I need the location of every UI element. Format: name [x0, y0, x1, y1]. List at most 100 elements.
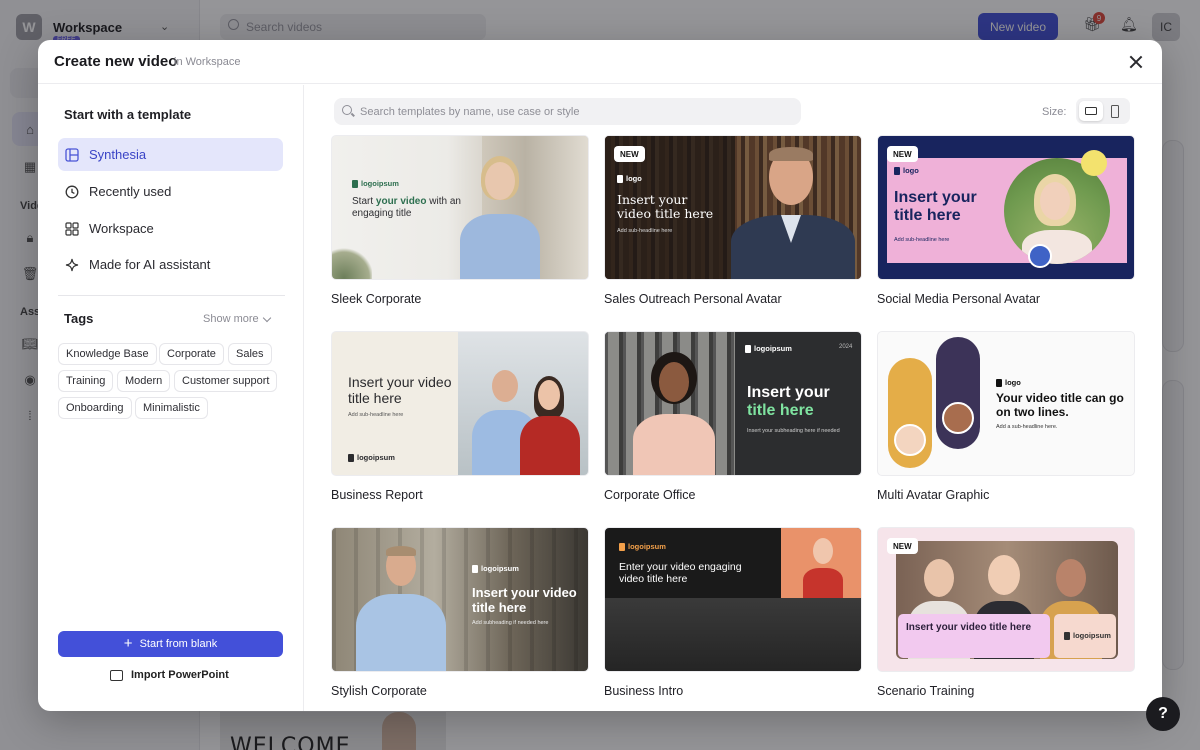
layout-icon: [65, 147, 79, 162]
template-title-text: Insert your video title here: [348, 374, 452, 407]
tag-knowledge-base[interactable]: Knowledge Base: [58, 343, 157, 365]
avatar-woman: [518, 376, 582, 475]
template-name: Sales Outreach Personal Avatar: [604, 292, 782, 306]
modal-title: Create new video: [54, 53, 178, 70]
plant-decoration: [332, 246, 372, 279]
template-title-text: Insert your title here: [894, 189, 977, 225]
help-button[interactable]: ?: [1146, 697, 1180, 731]
template-logo: logo: [894, 166, 919, 175]
avatar-man: [725, 141, 861, 279]
template-name: Business Report: [331, 488, 423, 502]
nav-item-workspace[interactable]: Workspace: [58, 212, 283, 245]
tag-sales[interactable]: Sales: [228, 343, 272, 365]
template-name: Corporate Office: [604, 488, 696, 502]
template-thumbnail: NEW logo Insert your title here Add sub-…: [877, 135, 1135, 280]
template-search-input[interactable]: Search templates by name, use case or st…: [334, 98, 801, 125]
show-more-label: Show more: [203, 313, 259, 325]
search-icon: [342, 105, 352, 115]
avatar-woman: [801, 538, 845, 598]
template-logo: logo: [996, 378, 1021, 387]
new-badge: NEW: [887, 146, 918, 162]
nav-item-made-for-ai-assistant[interactable]: Made for AI assistant: [58, 248, 283, 281]
show-more-button[interactable]: Show more: [203, 313, 271, 325]
title-card: Insert your video title here: [898, 614, 1050, 658]
divider: [58, 295, 285, 296]
size-label: Size:: [1042, 106, 1067, 118]
modal-subtitle: in Workspace: [174, 56, 241, 68]
template-name: Stylish Corporate: [331, 684, 427, 698]
clock-icon: [65, 185, 79, 199]
template-thumbnail: NEW logo Insert your video title here Ad…: [604, 135, 862, 280]
template-logo: logoipsum: [472, 564, 519, 573]
template-subtitle-text: Insert your subheading here if needed: [747, 428, 840, 434]
template-logo: logoipsum: [619, 542, 666, 551]
template-corner-text: 2024: [839, 344, 853, 350]
template-subtitle-text: Add sub-headline here: [894, 237, 950, 243]
meditation-badge: [1028, 244, 1052, 268]
template-subtitle-text: Add subheading if needed here: [472, 620, 549, 626]
template-title-text: Insert your video title here: [906, 622, 1032, 633]
avatar-woman: [450, 156, 550, 279]
template-name: Multi Avatar Graphic: [877, 488, 990, 502]
new-badge: NEW: [614, 146, 645, 162]
import-icon: [110, 669, 123, 681]
nav-item-label: Workspace: [89, 221, 154, 236]
avatar-man: [350, 546, 450, 671]
plus-icon: +: [123, 635, 133, 652]
template-thumbnail: logoipsum Enter your video engaging vide…: [604, 527, 862, 672]
template-logo: logoipsum: [1064, 631, 1111, 640]
tag-training[interactable]: Training: [58, 370, 114, 392]
tags-title: Tags: [64, 311, 94, 326]
template-thumbnail: logoipsum Insert your video title here A…: [331, 527, 589, 672]
office-background: [605, 598, 861, 671]
logo-card: logoipsum: [1054, 614, 1116, 658]
start-from-blank-button[interactable]: + Start from blank: [58, 631, 283, 657]
template-title-text: Insert your video title here: [617, 192, 714, 222]
size-toggle: [1076, 98, 1130, 124]
template-thumbnail: logo Your video title can go on two line…: [877, 331, 1135, 476]
flower-badge: [1081, 150, 1107, 176]
template-title-text: Insert your title here: [747, 384, 859, 421]
template-name: Business Intro: [604, 684, 684, 698]
template-title-text: Insert your video title here: [472, 585, 577, 615]
chevron-down-icon: [262, 313, 271, 322]
avatar-woman: [894, 424, 926, 456]
template-search-placeholder: Search templates by name, use case or st…: [360, 105, 580, 118]
template-logo: logo: [617, 174, 642, 183]
start-from-blank-label: Start from blank: [139, 638, 218, 650]
tag-customer-support[interactable]: Customer support: [174, 370, 278, 392]
tag-modern[interactable]: Modern: [117, 370, 171, 392]
tag-onboarding[interactable]: Onboarding: [58, 397, 132, 419]
template-subtitle-text: Add sub-headline here: [348, 412, 404, 418]
template-name: Sleek Corporate: [331, 292, 422, 306]
template-logo: logoipsum: [348, 453, 395, 462]
nav-item-label: Recently used: [89, 184, 172, 199]
tag-corporate[interactable]: Corporate: [159, 343, 224, 365]
template-name: Scenario Training: [877, 684, 975, 698]
portrait-size-option[interactable]: [1103, 101, 1127, 121]
modal-header: Create new video in Workspace: [38, 40, 1162, 84]
template-title-text: Start your video with an engaging title: [352, 196, 461, 219]
nav-item-recently-used[interactable]: Recently used: [58, 175, 283, 208]
import-powerpoint-button[interactable]: Import PowerPoint: [110, 669, 229, 681]
landscape-icon: [1085, 107, 1097, 115]
create-video-modal: Create new video in Workspace Start with…: [38, 40, 1162, 711]
nav-item-label: Made for AI assistant: [89, 257, 211, 272]
template-thumbnail: logoipsum 2024 Insert your title here In…: [604, 331, 862, 476]
nav-item-synthesia[interactable]: Synthesia: [58, 138, 283, 171]
portrait-icon: [1111, 104, 1119, 118]
template-thumbnail: Insert your video title here Add sub-hea…: [331, 331, 589, 476]
new-badge: NEW: [887, 538, 918, 554]
title-line: Insert your title here: [747, 384, 830, 420]
landscape-size-option[interactable]: [1079, 101, 1103, 121]
template-filter-panel: Start with a template Synthesia Recently…: [38, 85, 304, 711]
grid-icon: [65, 221, 79, 236]
import-powerpoint-label: Import PowerPoint: [131, 669, 229, 681]
close-icon[interactable]: [1126, 52, 1146, 72]
panel-heading: Start with a template: [64, 107, 192, 122]
template-title-text: Enter your video engaging video title he…: [619, 561, 742, 586]
avatar-woman: [629, 352, 719, 475]
template-thumbnail: logoipsum Start your video with an engag…: [331, 135, 589, 280]
tag-minimalistic[interactable]: Minimalistic: [135, 397, 208, 419]
avatar-man: [942, 402, 974, 434]
